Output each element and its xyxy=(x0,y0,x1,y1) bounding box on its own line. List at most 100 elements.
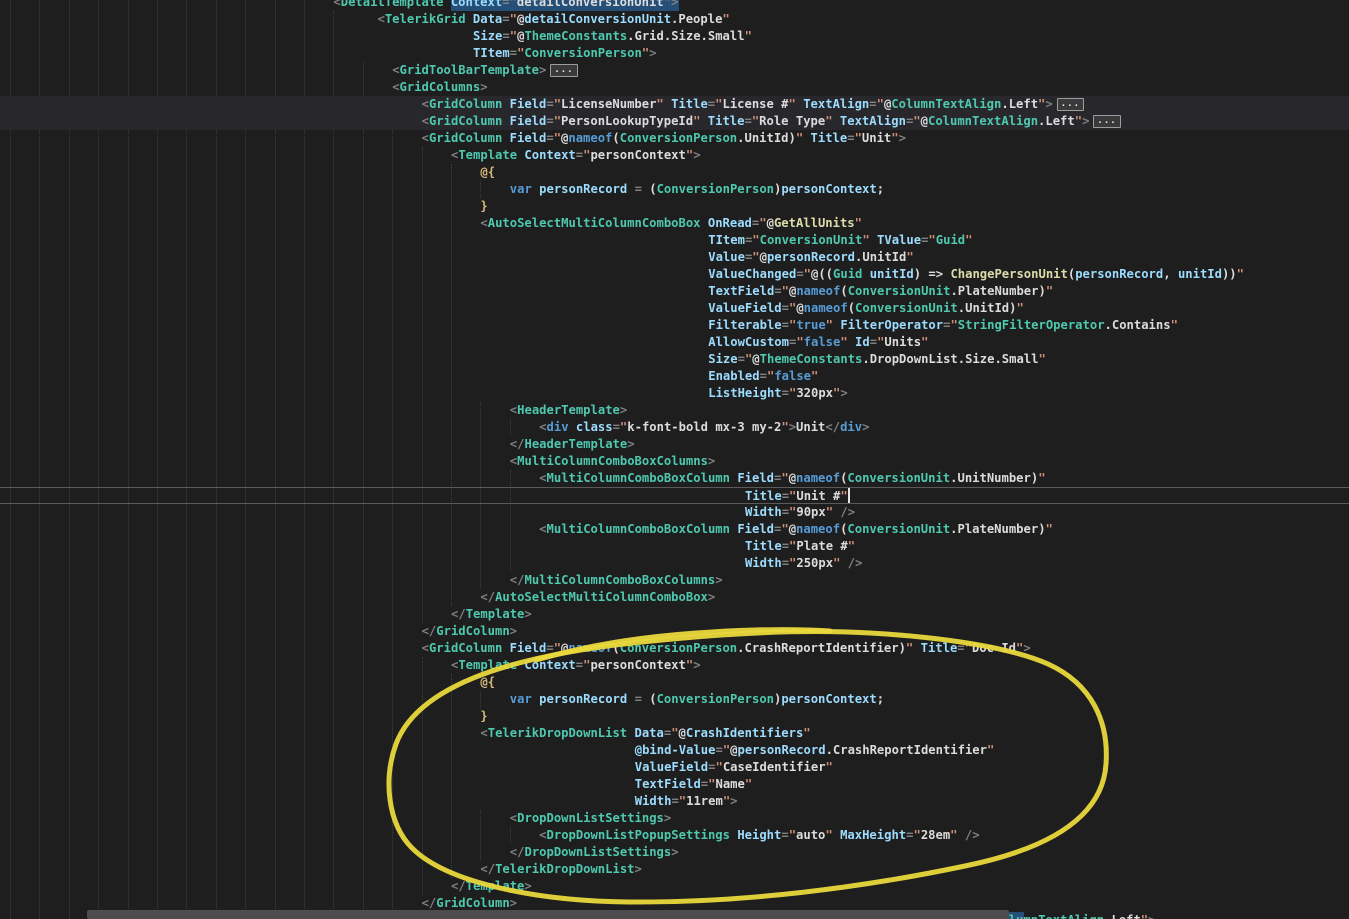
code-line[interactable]: <HeaderTemplate> xyxy=(0,402,1349,419)
code-line-text: } xyxy=(480,708,487,725)
code-line[interactable]: Value="@personRecord.UnitId" xyxy=(0,249,1349,266)
code-token: </ xyxy=(421,624,437,638)
code-line-text: <DetailTemplate Context="detailConversio… xyxy=(333,0,678,11)
code-line[interactable]: <TelerikGrid Data="@detailConversionUnit… xyxy=(0,11,1349,28)
code-line[interactable]: </Template> xyxy=(0,878,1349,895)
code-line[interactable]: <MultiColumnComboBoxColumn Field="@nameo… xyxy=(0,470,1349,487)
code-line[interactable]: </AutoSelectMultiColumnComboBox> xyxy=(0,589,1349,606)
code-line[interactable]: Size= " @ThemeConstants.DropDownList.Size.… xyxy=(0,351,1349,368)
code-line[interactable]: <TelerikDropDownList Data="@CrashIdentif… xyxy=(0,725,1349,742)
code-line[interactable]: <DetailTemplate Context="detailConversio… xyxy=(0,0,1349,11)
code-token: Title xyxy=(810,131,848,145)
collapsed-region-box[interactable]: ... xyxy=(1093,115,1121,128)
code-line[interactable]: <GridColumn Field="@nameof(ConversionPer… xyxy=(0,640,1349,657)
code-line[interactable]: @{ xyxy=(0,674,1349,691)
code-line[interactable]: ValueField="CaseIdentifier" xyxy=(0,759,1349,776)
code-line[interactable]: </HeaderTemplate> xyxy=(0,436,1349,453)
code-token: " xyxy=(1236,267,1244,281)
code-line[interactable]: </Template> xyxy=(0,606,1349,623)
horizontal-scrollbar-thumb[interactable] xyxy=(87,910,1009,919)
code-line[interactable]: Title="Unit #" xyxy=(0,487,1349,504)
code-token: ; xyxy=(876,182,885,196)
code-token: " xyxy=(1038,352,1046,366)
code-token: Guid xyxy=(833,267,863,281)
code-line[interactable]: <Template Context="personContext"> xyxy=(0,657,1349,674)
code-token: Context xyxy=(450,0,503,9)
code-line[interactable]: } xyxy=(0,708,1349,725)
code-token: " xyxy=(715,760,723,774)
code-line[interactable]: <GridColumn Field="LicenseNumber" Title=… xyxy=(0,96,1349,113)
code-line[interactable]: Size="@ThemeConstants.Grid.Size.Small" xyxy=(0,28,1349,45)
collapsed-region-box[interactable]: ... xyxy=(550,64,578,77)
code-token: " xyxy=(509,29,518,43)
code-token: " xyxy=(987,743,995,757)
code-line[interactable]: @bind-Value= " @personRecord.CrashReportId… xyxy=(0,742,1349,759)
code-token: Template xyxy=(458,148,518,162)
code-token: Template xyxy=(465,607,525,621)
code-line-text: ValueField="CaseIdentifier" xyxy=(635,759,833,776)
code-token: Enabled xyxy=(708,369,760,383)
code-token: )) xyxy=(1221,267,1237,281)
code-line[interactable]: TItem="ConversionPerson"> xyxy=(0,45,1349,62)
code-line[interactable]: TItem="ConversionUnit" TValue="Guid" xyxy=(0,232,1349,249)
code-token: > xyxy=(663,811,672,825)
code-line-text: ValueField= " @nameof(ConversionUnit.UnitI… xyxy=(708,300,1024,317)
code-token: " xyxy=(781,284,789,298)
code-token: Data xyxy=(634,726,664,740)
code-line-text: TextField="Name" xyxy=(635,776,752,793)
code-line[interactable]: var personRecord = (ConversionPerson)per… xyxy=(0,691,1349,708)
code-line[interactable]: } xyxy=(0,198,1349,215)
code-token: .UnitId xyxy=(855,250,907,264)
code-token: AllowCustom xyxy=(708,335,789,349)
code-line[interactable]: </GridColumn> xyxy=(0,623,1349,640)
code-token: Title xyxy=(745,539,782,553)
code-token: StringFilterOperator xyxy=(957,318,1105,332)
code-line[interactable]: </DropDownListSettings> xyxy=(0,844,1349,861)
code-line[interactable]: Width="250px" /> xyxy=(0,555,1349,572)
code-line[interactable]: <div class="k-font-bold mx-3 my-2">Unit<… xyxy=(0,419,1349,436)
code-line[interactable]: Width="11rem"> xyxy=(0,793,1349,810)
code-line[interactable]: </TelerikDropDownList> xyxy=(0,861,1349,878)
code-line[interactable]: <MultiColumnComboBoxColumn Field="@nameo… xyxy=(0,521,1349,538)
code-token: = xyxy=(759,369,767,383)
code-line[interactable]: <Template Context="personContext"> xyxy=(0,147,1349,164)
code-line[interactable]: ValueField= " @nameof(ConversionUnit.UnitI… xyxy=(0,300,1349,317)
code-line[interactable]: <GridColumns> xyxy=(0,79,1349,96)
code-line[interactable]: ListHeight="320px"> xyxy=(0,385,1349,402)
code-line[interactable]: <AutoSelectMultiColumnComboBox OnRead="@… xyxy=(0,215,1349,232)
code-line[interactable]: <DropDownListPopupSettings Height="auto"… xyxy=(0,827,1349,844)
code-line[interactable]: <GridColumn Field="PersonLookupTypeId" T… xyxy=(0,113,1349,130)
code-token: Plate # xyxy=(796,539,848,553)
code-line[interactable]: </MultiColumnComboBoxColumns> xyxy=(0,572,1349,589)
code-line[interactable]: Filterable="true" FilterOperator="String… xyxy=(0,317,1349,334)
collapsed-region-box[interactable]: ... xyxy=(1056,98,1084,111)
code-token: .UnitId) xyxy=(957,301,1017,315)
code-token: < xyxy=(539,471,547,485)
code-token: detailConversionUnit xyxy=(516,0,664,9)
code-token: .Left xyxy=(1038,114,1075,128)
code-token: = xyxy=(634,692,642,706)
code-line[interactable]: TextField="@nameof(ConversionUnit.PlateN… xyxy=(0,283,1349,300)
code-token: ( xyxy=(612,131,620,145)
code-line[interactable]: <DropDownListSettings> xyxy=(0,810,1349,827)
code-line[interactable]: <GridColumn Field="@nameof(ConversionPer… xyxy=(0,130,1349,147)
code-area[interactable]: <DetailTemplate Context="detailConversio… xyxy=(0,0,1349,919)
code-line[interactable]: Width="90px" /> xyxy=(0,504,1349,521)
code-token: .PlateNumber) xyxy=(950,284,1046,298)
code-line[interactable]: Title="Plate #" xyxy=(0,538,1349,555)
code-line[interactable]: Enabled="false" xyxy=(0,368,1349,385)
code-token: " xyxy=(950,318,958,332)
code-line[interactable]: TextField="Name" xyxy=(0,776,1349,793)
code-line[interactable]: <MultiColumnComboBoxColumns> xyxy=(0,453,1349,470)
code-line[interactable]: AllowCustom="false" Id="Units" xyxy=(0,334,1349,351)
code-line[interactable]: @{ xyxy=(0,164,1349,181)
code-token: TelerikDropDownList xyxy=(487,726,628,740)
code-line[interactable]: var personRecord = (ConversionPerson)per… xyxy=(0,181,1349,198)
code-token: > xyxy=(509,896,517,910)
code-line[interactable]: ValueChanged="@((Guid unitId) => ChangeP… xyxy=(0,266,1349,283)
code-line[interactable]: <GridToolBarTemplate>... xyxy=(0,62,1349,79)
